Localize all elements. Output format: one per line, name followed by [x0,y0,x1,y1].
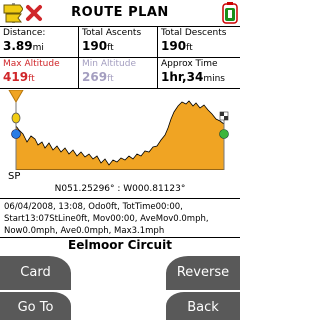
total-descents-cell: Total Descents 190ft [158,27,240,58]
page-title: ROUTE PLAN [71,5,169,20]
track-info-panel: 06/04/2008, 13:08, Odo0ft, TotTime00:00,… [0,198,240,238]
approx-time-unit: mins [203,74,225,84]
reverse-button-label: Reverse [176,265,230,280]
go-to-button-label: Go To [17,300,54,315]
max-altitude-value: 419 [3,70,29,84]
approx-time-cell: Approx Time 1hr,34mins [158,58,240,89]
min-altitude-cell: Min Altitude 269ft [79,58,158,89]
track-info-line-2: Start13:07StLine0ft, Mov00:00, AveMov0.0… [4,214,209,224]
distance-cell: Distance: 3.89mi [0,27,79,58]
stats-grid: Distance: 3.89mi Total Ascents 190ft Tot… [0,26,240,91]
battery-icon [222,2,238,24]
approx-time-value: 1hr,34 [161,70,204,84]
max-altitude-unit: ft [28,74,35,84]
go-to-button[interactable]: Go To [0,292,71,320]
back-button[interactable]: Back [166,292,240,320]
min-altitude-value: 269 [82,70,108,84]
back-button-label: Back [187,300,219,315]
start-point-label: SP [8,171,21,182]
total-ascents-unit: ft [107,43,114,53]
total-ascents-cell: Total Ascents 190ft [79,27,158,58]
approx-time-label: Approx Time [161,59,218,69]
card-button-label: Card [20,265,51,280]
route-name: Eelmoor Circuit [68,238,172,252]
elevation-profile-chart[interactable] [0,90,240,170]
position-pointer-icon[interactable] [8,90,24,103]
track-info-line-1: 06/04/2008, 13:08, Odo0ft, TotTime00:00, [4,202,183,212]
total-descents-value: 190 [161,39,187,53]
distance-unit: mi [32,43,44,53]
max-altitude-cell: Max Altitude 419ft [0,58,79,89]
track-info-line-3: Now0.0mph, Ave0.0mph, Max3.1mph [4,226,165,236]
coordinates-readout: N051.25296° : W000.81123° [54,184,186,194]
min-altitude-label: Min Altitude [82,59,136,69]
distance-label: Distance: [3,28,46,38]
reverse-button[interactable]: Reverse [166,256,240,290]
header-bar: ROUTE PLAN [0,0,240,26]
total-ascents-label: Total Ascents [82,28,142,38]
total-ascents-value: 190 [82,39,108,53]
total-descents-label: Total Descents [161,28,227,38]
max-altitude-label: Max Altitude [3,59,60,69]
min-altitude-unit: ft [107,74,114,84]
card-button[interactable]: Card [0,256,71,290]
distance-value: 3.89 [3,39,33,53]
elevation-area [15,100,225,170]
total-descents-unit: ft [186,43,193,53]
